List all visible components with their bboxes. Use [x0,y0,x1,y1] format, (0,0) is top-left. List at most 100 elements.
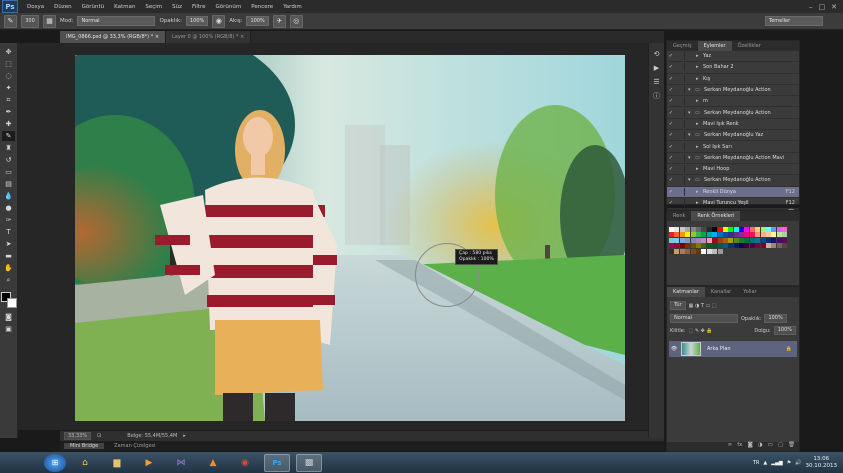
checkmark-icon[interactable]: ✓ [667,53,675,59]
tab-channels[interactable]: Kanallar [705,287,737,297]
dialog-toggle[interactable] [675,86,685,95]
color-swatch[interactable] [749,227,755,232]
color-swatch[interactable] [776,243,782,249]
expand-icon[interactable]: ▾ [688,177,695,183]
color-swatch[interactable] [690,243,696,249]
color-swatch[interactable] [701,227,707,232]
color-swatch[interactable] [766,237,772,243]
quick-mask-icon[interactable]: ◙ [2,312,15,322]
menu-item[interactable]: Pencere [246,4,278,10]
color-swatch[interactable] [706,227,712,232]
color-swatch[interactable] [685,243,691,249]
stamp-tool-icon[interactable]: ♜ [2,143,15,153]
action-row[interactable]: ✓ ▸ Renkli Dünya F12 [667,186,799,198]
color-swatch[interactable] [755,232,761,238]
color-swatch[interactable] [712,227,718,232]
color-swatch[interactable] [782,237,788,243]
color-swatch[interactable] [776,237,782,243]
color-swatch[interactable] [701,237,707,243]
checkmark-icon[interactable]: ✓ [667,166,675,172]
checkmark-icon[interactable]: ✓ [667,98,675,104]
color-swatch[interactable] [695,237,701,243]
dialog-toggle[interactable] [675,187,685,196]
status-arrow-icon[interactable]: ▸ [183,433,186,439]
checkmark-icon[interactable]: ✓ [667,155,675,161]
dialog-toggle[interactable] [675,176,685,185]
lock-icons[interactable]: ⬚ ✎ ✥ 🔒 [689,328,713,334]
history-brush-tool-icon[interactable]: ↺ [2,155,15,165]
color-swatch[interactable] [674,227,680,232]
close-icon[interactable]: × [155,34,159,40]
collapse-icon[interactable]: ▸ [696,166,703,172]
action-set-row[interactable]: ✓ ▾ ▭ Serkan Meydanoğlu Action Mavi [667,153,799,164]
kind-filter[interactable]: Tür [670,301,686,310]
flag-icon[interactable]: ⚑ [787,460,791,466]
color-swatch[interactable] [685,232,691,238]
tab-swatches[interactable]: Renk Örnekleri [691,211,741,221]
eraser-tool-icon[interactable]: ▭ [2,167,15,177]
color-swatch[interactable] [771,227,777,232]
collapse-icon[interactable]: ▸ [696,189,703,195]
link-icon[interactable]: ∞ [728,442,733,451]
path-select-tool-icon[interactable]: ➤ [2,239,15,249]
action-row[interactable]: ✓ ▸ Kış [667,74,799,85]
color-swatch[interactable] [749,237,755,243]
expand-icon[interactable]: ▾ [688,155,695,161]
info-icon[interactable]: ⓘ [652,91,662,101]
tab-properties[interactable]: Özellikler [732,41,767,51]
menu-item[interactable]: Katman [109,4,140,10]
action-set-row[interactable]: ✓ ▾ ▭ Serkan Meydanoğlu Yaz [667,130,799,142]
delete-layer-icon[interactable]: 🗑 [788,442,795,451]
menu-item[interactable]: Görüntü [77,4,110,10]
status-icon[interactable]: ⊡ [97,433,101,439]
color-swatch[interactable] [679,237,685,243]
color-swatch[interactable] [722,232,728,238]
fx-icon[interactable]: fx [737,442,742,451]
blend-mode-select[interactable]: Normal [670,314,738,323]
color-swatch[interactable] [760,237,766,243]
minimize-icon[interactable]: – [809,3,813,11]
dialog-toggle[interactable] [675,131,685,140]
pressure-size-icon[interactable]: ◎ [289,14,303,28]
color-swatch[interactable] [669,232,674,238]
checkmark-icon[interactable]: ✓ [667,64,675,70]
group-icon[interactable]: ▭ [768,442,773,451]
menu-item[interactable]: Yardım [278,4,307,10]
color-swatch[interactable] [771,232,777,238]
dialog-toggle[interactable] [675,153,685,162]
blur-tool-icon[interactable]: 💧 [2,191,15,201]
zoom-level[interactable]: 33,33% [64,432,92,440]
layer-row[interactable]: 👁 Arka Plan 🔒 [669,341,797,357]
color-swatch[interactable] [766,227,772,232]
color-swatch[interactable] [717,227,723,232]
visibility-eye-icon[interactable]: 👁 [669,346,679,352]
color-swatch[interactable] [717,232,723,238]
color-swatch[interactable] [695,248,701,254]
expand-icon[interactable]: ▾ [688,110,695,116]
doc-tab-2[interactable]: Layer 0 @ 100% (RGB/8) * × [166,31,252,43]
checkmark-icon[interactable]: ✓ [667,110,675,116]
doc-tab-1[interactable]: IMG_0866.psd @ 33,3% (RGB/8*) * × [60,31,167,43]
color-swatch[interactable] [669,237,674,243]
color-swatch[interactable] [706,232,712,238]
color-swatch[interactable] [712,243,718,249]
color-swatch[interactable] [733,232,739,238]
action-row[interactable]: ✓ ▸ Mavi Işık Renk [667,119,799,131]
expand-icon[interactable]: ▾ [688,132,695,138]
color-swatch[interactable] [690,248,696,254]
airbrush-icon[interactable]: ✈ [272,14,286,28]
color-swatch[interactable] [685,237,691,243]
color-swatch[interactable] [701,248,707,254]
color-swatch[interactable] [755,227,761,232]
collapse-icon[interactable]: ▸ [696,98,703,104]
brush-size-picker[interactable]: 300 [21,14,39,28]
collapse-icon[interactable]: ▸ [696,53,703,59]
shape-tool-icon[interactable]: ▬ [2,251,15,261]
color-swatch[interactable] [674,237,680,243]
dialog-toggle[interactable] [675,108,685,117]
language-indicator[interactable]: TR [753,460,760,466]
color-swatch[interactable] [722,243,728,249]
checkmark-icon[interactable]: ✓ [667,177,675,183]
adjustment-icon[interactable]: ◑ [758,442,763,451]
menu-item[interactable]: Süz [167,4,187,10]
